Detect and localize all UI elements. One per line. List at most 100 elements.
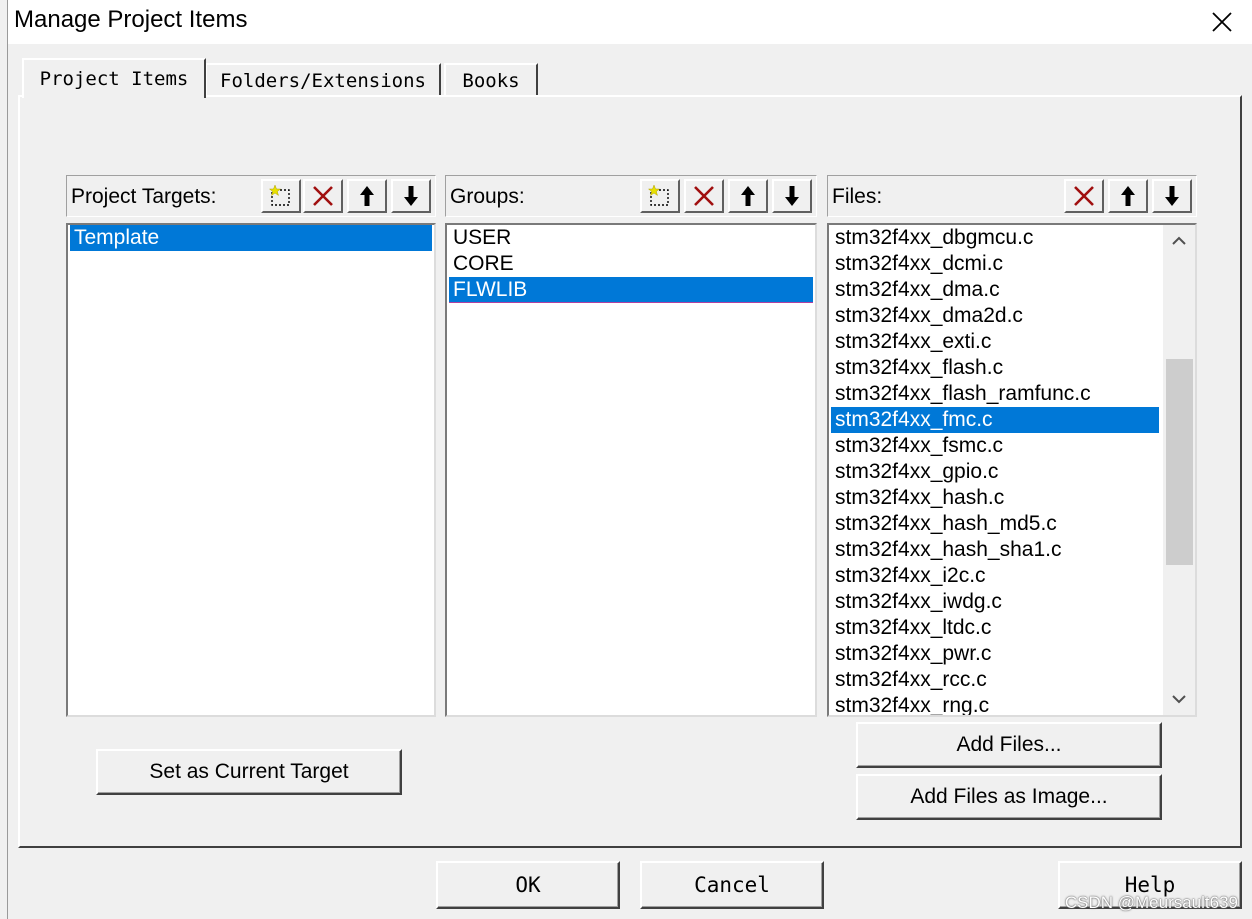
targets-move-down-button[interactable] xyxy=(391,179,431,213)
targets-label: Project Targets: xyxy=(71,185,217,208)
targets-move-up-button[interactable] xyxy=(347,179,387,213)
new-item-icon xyxy=(647,184,669,206)
groups-header: Groups: xyxy=(445,175,817,217)
groups-new-button[interactable] xyxy=(640,179,680,213)
list-item-label: stm32f4xx_gpio.c xyxy=(835,460,999,483)
files-label: Files: xyxy=(832,185,883,208)
list-item[interactable]: stm32f4xx_flash.c xyxy=(831,355,1159,381)
list-item-label: stm32f4xx_dma.c xyxy=(835,278,1000,301)
groups-label: Groups: xyxy=(450,185,525,208)
button-label: Add Files as Image... xyxy=(910,785,1108,808)
tab-folders-extensions[interactable]: Folders/Extensions xyxy=(205,63,441,96)
groups-move-down-button[interactable] xyxy=(772,179,812,213)
files-header: Files: xyxy=(827,175,1197,217)
list-item-label: CORE xyxy=(453,252,514,275)
list-item[interactable]: stm32f4xx_ltdc.c xyxy=(831,615,1159,641)
button-label: OK xyxy=(515,873,541,897)
ok-button[interactable]: OK xyxy=(436,861,620,909)
tab-panel: Project Targets: Template Groups: USER C… xyxy=(18,95,1242,848)
move-up-arrow-icon xyxy=(741,186,755,206)
files-listbox[interactable]: stm32f4xx_dbgmcu.c stm32f4xx_dcmi.c stm3… xyxy=(827,223,1197,717)
delete-icon xyxy=(313,186,333,206)
window-title: Manage Project Items xyxy=(14,6,248,33)
tab-books[interactable]: Books xyxy=(444,63,538,96)
list-item[interactable]: stm32f4xx_rng.c xyxy=(831,693,1159,717)
targets-delete-button[interactable] xyxy=(303,179,343,213)
files-delete-button[interactable] xyxy=(1064,179,1104,213)
list-item[interactable]: stm32f4xx_hash_md5.c xyxy=(831,511,1159,537)
list-item-label: stm32f4xx_hash_md5.c xyxy=(835,512,1057,535)
list-item-label: stm32f4xx_rng.c xyxy=(835,694,990,717)
list-item-label: stm32f4xx_fsmc.c xyxy=(835,434,1004,457)
tab-label: Folders/Extensions xyxy=(220,69,426,92)
set-current-target-button[interactable]: Set as Current Target xyxy=(96,749,402,795)
list-item[interactable]: stm32f4xx_dcmi.c xyxy=(831,251,1159,277)
background-window-edge xyxy=(0,0,8,919)
list-item[interactable]: CORE xyxy=(449,251,813,277)
targets-listbox[interactable]: Template xyxy=(66,223,436,717)
button-label: Cancel xyxy=(694,873,770,897)
list-item-label: Template xyxy=(74,226,160,249)
list-item[interactable]: stm32f4xx_fmc.c xyxy=(831,407,1159,433)
list-item-label: FLWLIB xyxy=(453,278,528,301)
files-move-down-button[interactable] xyxy=(1152,179,1192,213)
chevron-up-icon xyxy=(1172,236,1186,245)
list-item-label: stm32f4xx_dbgmcu.c xyxy=(835,226,1034,249)
files-scrollbar[interactable] xyxy=(1163,225,1195,715)
add-files-button[interactable]: Add Files... xyxy=(856,722,1162,768)
list-item-label: USER xyxy=(453,226,512,249)
list-item[interactable]: stm32f4xx_hash_sha1.c xyxy=(831,537,1159,563)
list-item-label: stm32f4xx_iwdg.c xyxy=(835,590,1002,613)
scroll-thumb[interactable] xyxy=(1166,359,1193,565)
list-item-label: stm32f4xx_hash.c xyxy=(835,486,1005,509)
groups-delete-button[interactable] xyxy=(684,179,724,213)
list-item[interactable]: stm32f4xx_dbgmcu.c xyxy=(831,225,1159,251)
list-item[interactable]: stm32f4xx_i2c.c xyxy=(831,563,1159,589)
list-item[interactable]: stm32f4xx_gpio.c xyxy=(831,459,1159,485)
delete-icon xyxy=(694,186,714,206)
list-item[interactable]: stm32f4xx_hash.c xyxy=(831,485,1159,511)
targets-new-button[interactable] xyxy=(261,179,301,213)
watermark: CSDN @Meursault639 xyxy=(1064,893,1238,912)
list-item[interactable]: stm32f4xx_fsmc.c xyxy=(831,433,1159,459)
move-up-arrow-icon xyxy=(360,186,374,206)
list-item[interactable]: USER xyxy=(449,225,813,251)
groups-move-up-button[interactable] xyxy=(728,179,768,213)
button-label: Set as Current Target xyxy=(149,760,349,783)
list-item[interactable]: stm32f4xx_dma.c xyxy=(831,277,1159,303)
list-item-label: stm32f4xx_hash_sha1.c xyxy=(835,538,1062,561)
add-files-as-image-button[interactable]: Add Files as Image... xyxy=(856,774,1162,820)
list-item[interactable]: stm32f4xx_exti.c xyxy=(831,329,1159,355)
list-item[interactable]: FLWLIB xyxy=(449,277,813,303)
chevron-down-icon xyxy=(1172,695,1186,704)
list-item[interactable]: stm32f4xx_flash_ramfunc.c xyxy=(831,381,1159,407)
list-item-label: stm32f4xx_pwr.c xyxy=(835,642,992,665)
list-item[interactable]: stm32f4xx_dma2d.c xyxy=(831,303,1159,329)
files-move-up-button[interactable] xyxy=(1108,179,1148,213)
list-item-label: stm32f4xx_ltdc.c xyxy=(835,616,992,639)
cancel-button[interactable]: Cancel xyxy=(640,861,824,909)
list-item-label: stm32f4xx_i2c.c xyxy=(835,564,986,587)
groups-listbox[interactable]: USER CORE FLWLIB xyxy=(445,223,817,717)
scroll-up-button[interactable] xyxy=(1163,225,1195,257)
tab-label: Books xyxy=(462,69,520,92)
list-item[interactable]: stm32f4xx_iwdg.c xyxy=(831,589,1159,615)
list-item[interactable]: stm32f4xx_pwr.c xyxy=(831,641,1159,667)
title-bar: Manage Project Items xyxy=(8,0,1252,44)
list-item-label: stm32f4xx_rcc.c xyxy=(835,668,987,691)
scroll-down-button[interactable] xyxy=(1163,683,1195,715)
move-up-arrow-icon xyxy=(1121,186,1135,206)
list-item-label: stm32f4xx_exti.c xyxy=(835,330,992,353)
list-item[interactable]: Template xyxy=(70,225,432,251)
close-button[interactable] xyxy=(1192,0,1252,44)
move-down-arrow-icon xyxy=(785,186,799,206)
list-item-label: stm32f4xx_flash.c xyxy=(835,356,1004,379)
tab-project-items[interactable]: Project Items xyxy=(22,58,206,98)
new-item-icon xyxy=(268,184,290,206)
delete-icon xyxy=(1074,186,1094,206)
tab-label: Project Items xyxy=(39,68,189,90)
list-item[interactable]: stm32f4xx_rcc.c xyxy=(831,667,1159,693)
move-down-arrow-icon xyxy=(1165,186,1179,206)
move-down-arrow-icon xyxy=(404,186,418,206)
button-label: Add Files... xyxy=(956,733,1062,756)
